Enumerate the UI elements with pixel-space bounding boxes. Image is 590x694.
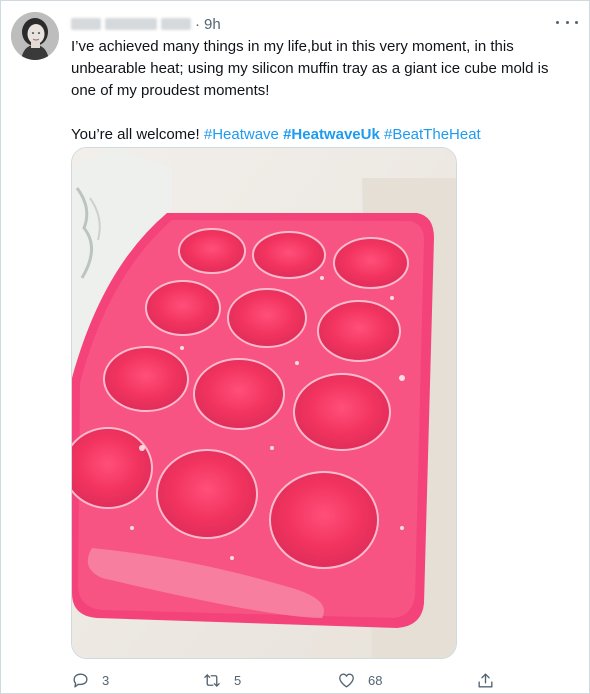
tweet-header: · 9h [71, 14, 221, 34]
tweet-photo[interactable] [71, 147, 457, 659]
like-count: 68 [368, 672, 383, 688]
hashtag-beattheheat[interactable]: #BeatTheHeat [384, 126, 481, 143]
separator-dot: · [195, 15, 200, 33]
tweet-time[interactable]: 9h [204, 16, 221, 33]
share-icon [476, 671, 495, 690]
share-button[interactable] [476, 670, 495, 690]
hashtag-heatwave[interactable]: #Heatwave [204, 126, 279, 143]
like-button[interactable]: 68 [337, 670, 382, 690]
retweet-button[interactable]: 5 [202, 670, 241, 690]
more-options-icon[interactable] [556, 14, 578, 30]
like-icon [337, 671, 356, 690]
tweet-actions: 3 5 68 [71, 670, 511, 690]
reply-count: 3 [102, 672, 110, 688]
retweet-icon [202, 671, 222, 690]
tweet-body: I’ve achieved many things in my life,but… [71, 38, 549, 99]
tagline-prefix: You’re all welcome! [71, 126, 204, 143]
avatar[interactable] [11, 12, 59, 60]
reply-button[interactable]: 3 [71, 670, 109, 690]
retweet-count: 5 [234, 672, 242, 688]
tweet-tagline: You’re all welcome! #Heatwave #HeatwaveU… [71, 124, 571, 146]
tweet-text: I’ve achieved many things in my life,but… [71, 36, 571, 146]
reply-icon [71, 671, 90, 690]
blurred-username[interactable] [71, 18, 191, 30]
hashtag-heatwaveuk[interactable]: #HeatwaveUk [283, 126, 380, 143]
